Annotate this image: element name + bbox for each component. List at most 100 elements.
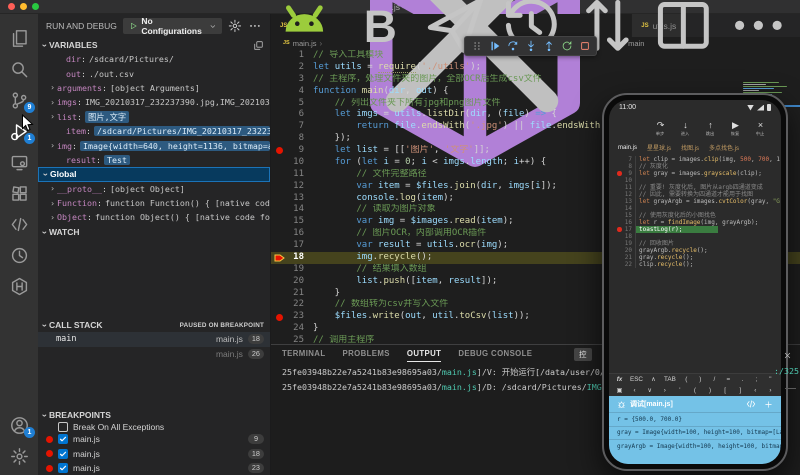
phone-单步-button[interactable]: ↷ 单步 — [652, 120, 669, 137]
line-gutter[interactable]: 21 — [271, 288, 313, 300]
phone-key[interactable]: ∧ — [650, 376, 657, 383]
line-gutter[interactable]: 24 — [271, 323, 313, 335]
open-panel-icon[interactable] — [253, 40, 264, 51]
phone-code-line-15[interactable]: 15// 使用灰度化后的小图找色 — [609, 212, 781, 219]
call-stack-frame[interactable]: main.js 26 — [38, 347, 270, 362]
phone-key[interactable]: ) — [707, 387, 714, 394]
phone-key[interactable]: ESC — [630, 376, 643, 383]
breakpoint-row[interactable]: main.js 9 — [38, 432, 270, 447]
variable-row-img[interactable]: › img: Image{width=640, height=1136, bitma… — [38, 138, 270, 152]
watch-section-header[interactable]: › WATCH — [38, 225, 270, 239]
phone-进入-button[interactable]: ↓ 进入 — [677, 120, 694, 137]
phone-key[interactable]: ' — [676, 387, 683, 394]
line-gutter[interactable]: 25 — [271, 335, 313, 344]
line-gutter[interactable]: 10 — [271, 157, 313, 169]
phone-key[interactable]: [ — [722, 387, 729, 394]
phone-key[interactable]: " — [767, 376, 774, 383]
activity-code-tags-button[interactable] — [0, 209, 38, 240]
expand-chevron-icon[interactable]: › — [48, 98, 57, 107]
phone-key[interactable]: ‹ — [631, 387, 638, 394]
variable-row-Object[interactable]: › Object: function Object() { [native code… — [38, 210, 270, 224]
phone-key[interactable]: ( — [691, 387, 698, 394]
phone-code-line-14[interactable]: 14 — [609, 205, 781, 212]
minimize-window-button[interactable] — [20, 3, 27, 10]
phone-code-line-22[interactable]: 22 clip.recycle(); — [609, 261, 781, 268]
variable-row-result[interactable]: result: Test — [38, 153, 270, 167]
phone-code-line-7[interactable]: 7 let clip = images.clip(img, 500, 700, 1 — [609, 156, 781, 163]
close-panel-icon[interactable] — [783, 351, 792, 360]
phone-key-save[interactable]: ▣ — [616, 387, 623, 394]
variable-row-Function[interactable]: › Function: function Function() { [native … — [38, 196, 270, 210]
line-gutter[interactable]: 2 — [271, 62, 313, 74]
activity-search-button[interactable] — [0, 54, 38, 85]
expand-chevron-icon[interactable]: › — [48, 213, 57, 222]
line-gutter[interactable]: 12 — [271, 181, 313, 193]
phone-code-line-12[interactable]: 12// 因此, 需要转换为四通道才能用于找图 — [609, 191, 781, 198]
phone-key[interactable]: ∨ — [646, 387, 653, 394]
phone-code-line-13[interactable]: 13 let grayArgb = images.cvtColor(gray, "… — [609, 198, 781, 205]
phone-key[interactable]: ] — [737, 387, 744, 394]
phone-恢复-button[interactable]: ▶ 恢复 — [727, 120, 744, 137]
line-gutter[interactable]: 4 — [271, 86, 313, 98]
phone-code-line-9[interactable]: 9 let gray = images.grayscale(clip); — [609, 170, 781, 177]
panel-tab-debug-console[interactable]: DEBUG CONSOLE — [458, 345, 532, 362]
phone-key[interactable]: ‹ — [752, 387, 759, 394]
phone-code-line-16[interactable]: 16 let r = findImage(img, grayArgb); — [609, 219, 781, 226]
global-scope-row[interactable]: › Global — [38, 167, 270, 182]
variable-row-item[interactable]: item:/sdcard/Pictures/IMG_20210317_23223… — [38, 124, 270, 138]
breakpoint-checkbox[interactable] — [58, 463, 68, 474]
window-controls[interactable] — [8, 3, 39, 10]
phone-key[interactable]: ; — [753, 376, 760, 383]
phone-中止-button[interactable]: × 中止 — [752, 120, 769, 137]
activity-source-control-button[interactable]: 9 — [0, 85, 38, 116]
activity-remote-device-button[interactable] — [0, 147, 38, 178]
expand-chevron-icon[interactable]: › — [48, 199, 57, 208]
phone-tab-3[interactable]: 多点找色.js — [709, 143, 739, 152]
line-gutter[interactable]: 5 — [271, 98, 313, 110]
line-gutter[interactable]: 22 — [271, 299, 313, 311]
phone-code-line-10[interactable]: 10 — [609, 177, 781, 184]
phone-tab-2[interactable]: 找图.js — [681, 143, 699, 152]
line-gutter[interactable]: 18 — [271, 252, 313, 264]
line-gutter[interactable]: 3 — [271, 74, 313, 86]
continue-button[interactable] — [487, 39, 502, 54]
step-over-button[interactable] — [505, 39, 520, 54]
debug-settings-button[interactable] — [228, 19, 242, 33]
line-gutter[interactable]: 20 — [271, 276, 313, 288]
phone-code-line-18[interactable]: 18 — [609, 233, 781, 240]
breakpoint-checkbox[interactable] — [58, 434, 68, 445]
code-line-3[interactable]: 3// 主程序，处理文件夹的图片，全部OCR后生成csv文件 — [271, 74, 800, 86]
breakpoints-section-header[interactable]: › BREAKPOINTS — [38, 408, 270, 422]
line-gutter[interactable]: 14 — [271, 204, 313, 216]
line-gutter[interactable]: 23 — [271, 311, 313, 323]
activity-run-debug-button[interactable]: 1 — [0, 116, 38, 147]
line-gutter[interactable]: 17 — [271, 240, 313, 252]
phone-key[interactable]: = — [725, 376, 732, 383]
variable-row-out[interactable]: out: ./out.csv — [38, 66, 270, 80]
step-into-button[interactable] — [523, 39, 538, 54]
phone-code-editor[interactable]: 7 let clip = images.clip(img, 500, 700, 1… — [609, 154, 781, 271]
close-window-button[interactable] — [8, 3, 15, 10]
expand-chevron-icon[interactable]: › — [48, 141, 57, 150]
expand-chevron-icon[interactable]: › — [48, 184, 57, 193]
breakpoint-checkbox[interactable] — [58, 448, 68, 459]
breakpoint-dot-icon[interactable] — [276, 147, 283, 155]
line-gutter[interactable]: 15 — [271, 216, 313, 228]
variables-section-header[interactable]: › VARIABLES — [38, 38, 270, 52]
activity-run-circle-button[interactable] — [0, 240, 38, 271]
phone-key[interactable]: › — [767, 387, 774, 394]
panel-tab-terminal[interactable]: TERMINAL — [282, 345, 325, 362]
code-line-2[interactable]: 2 let utils = require('./utils'); — [271, 61, 800, 74]
break-on-exceptions-row[interactable]: Break On All Exceptions — [38, 422, 270, 432]
line-gutter[interactable]: 8 — [271, 133, 313, 145]
breakpoint-dot-icon[interactable] — [276, 313, 283, 321]
phone-跳出-button[interactable]: ↑ 跳出 — [702, 120, 719, 137]
phone-key[interactable]: TAB — [664, 376, 676, 383]
phone-code-line-8[interactable]: 8// 灰度化 — [609, 163, 781, 170]
expand-chevron-icon[interactable]: › — [48, 83, 57, 92]
variable-row-list[interactable]: › list: 图片,文字 — [38, 110, 270, 124]
phone-tab-0[interactable]: main.js — [618, 145, 637, 151]
variable-row-arguments[interactable]: › arguments: [object Arguments] — [38, 81, 270, 95]
phone-tab-1[interactable]: 星星球.js — [647, 143, 671, 152]
line-gutter[interactable]: 9 — [271, 145, 313, 157]
